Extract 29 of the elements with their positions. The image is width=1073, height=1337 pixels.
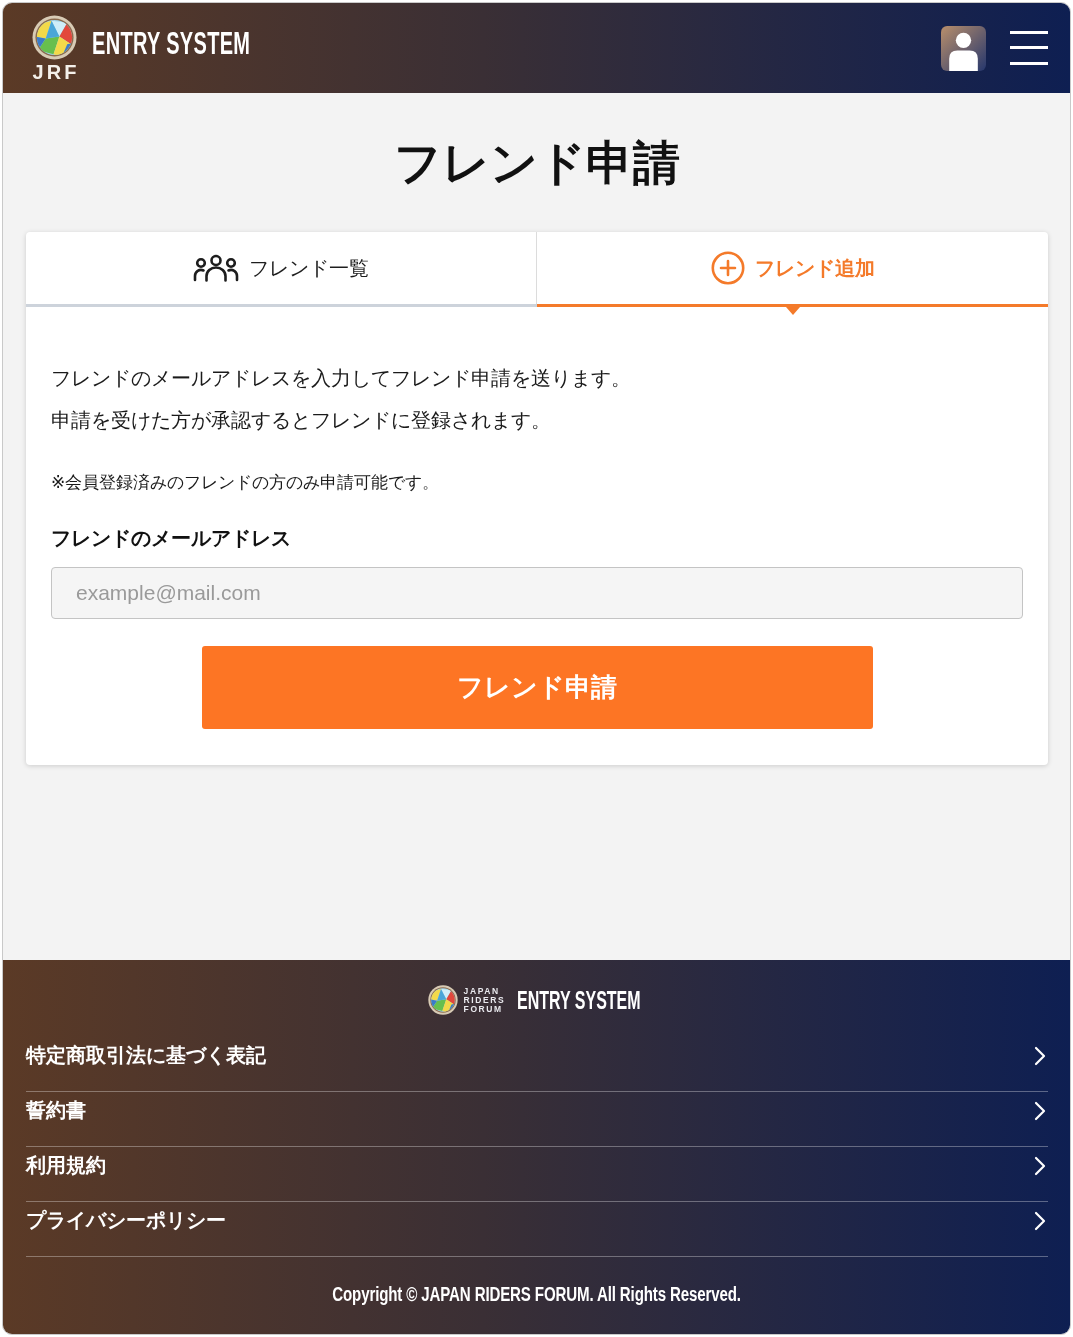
pointer-icon xyxy=(785,307,800,315)
logo-text: JRF xyxy=(31,63,80,81)
chevron-right-icon xyxy=(1034,1101,1046,1121)
field-label: フレンドのメールアドレス xyxy=(51,526,292,551)
intro-text: 申請を受けた方が承認するとフレンドに登録されます。 xyxy=(51,408,552,433)
copyright-text: Copyright © JAPAN RIDERS FORUM. All Rights Reserved. xyxy=(332,1282,742,1307)
note-text: ※会員登録済みのフレンドの方のみ申請可能です。 xyxy=(51,472,441,494)
tab[interactable]: フレンド一覧 xyxy=(26,232,537,315)
footer-link[interactable]: 特定商取引法に基づく表記 xyxy=(26,1037,1048,1092)
page-title: フレンド申請 xyxy=(393,135,681,191)
chevron-right-icon xyxy=(1034,1156,1046,1176)
footer-link[interactable]: 利用規約 xyxy=(26,1147,1048,1202)
logo-text: JAPAN RIDERS FORUM xyxy=(463,986,506,1014)
account-button[interactable] xyxy=(941,25,986,71)
plus-circle-icon xyxy=(710,251,745,285)
avatar-icon xyxy=(941,25,986,71)
emblem-icon xyxy=(427,985,458,1015)
intro-text: フレンドのメールアドレスを入力してフレンド申請を送ります。 xyxy=(51,366,632,391)
footer-title: ENTRY SYSTEM xyxy=(517,986,641,1014)
chevron-right-icon xyxy=(1034,1211,1046,1231)
emblem-icon xyxy=(32,15,77,60)
site-title: ENTRY SYSTEM xyxy=(92,27,251,61)
email-field[interactable]: example@mail.com xyxy=(51,567,1023,619)
menu-button[interactable] xyxy=(1010,31,1048,65)
people-icon xyxy=(193,254,239,282)
chevron-right-icon xyxy=(1034,1046,1046,1066)
footer-link[interactable]: プライバシーポリシー xyxy=(26,1202,1048,1257)
footer-link[interactable]: 誓約書 xyxy=(26,1092,1048,1147)
menu-icon xyxy=(1010,31,1048,65)
